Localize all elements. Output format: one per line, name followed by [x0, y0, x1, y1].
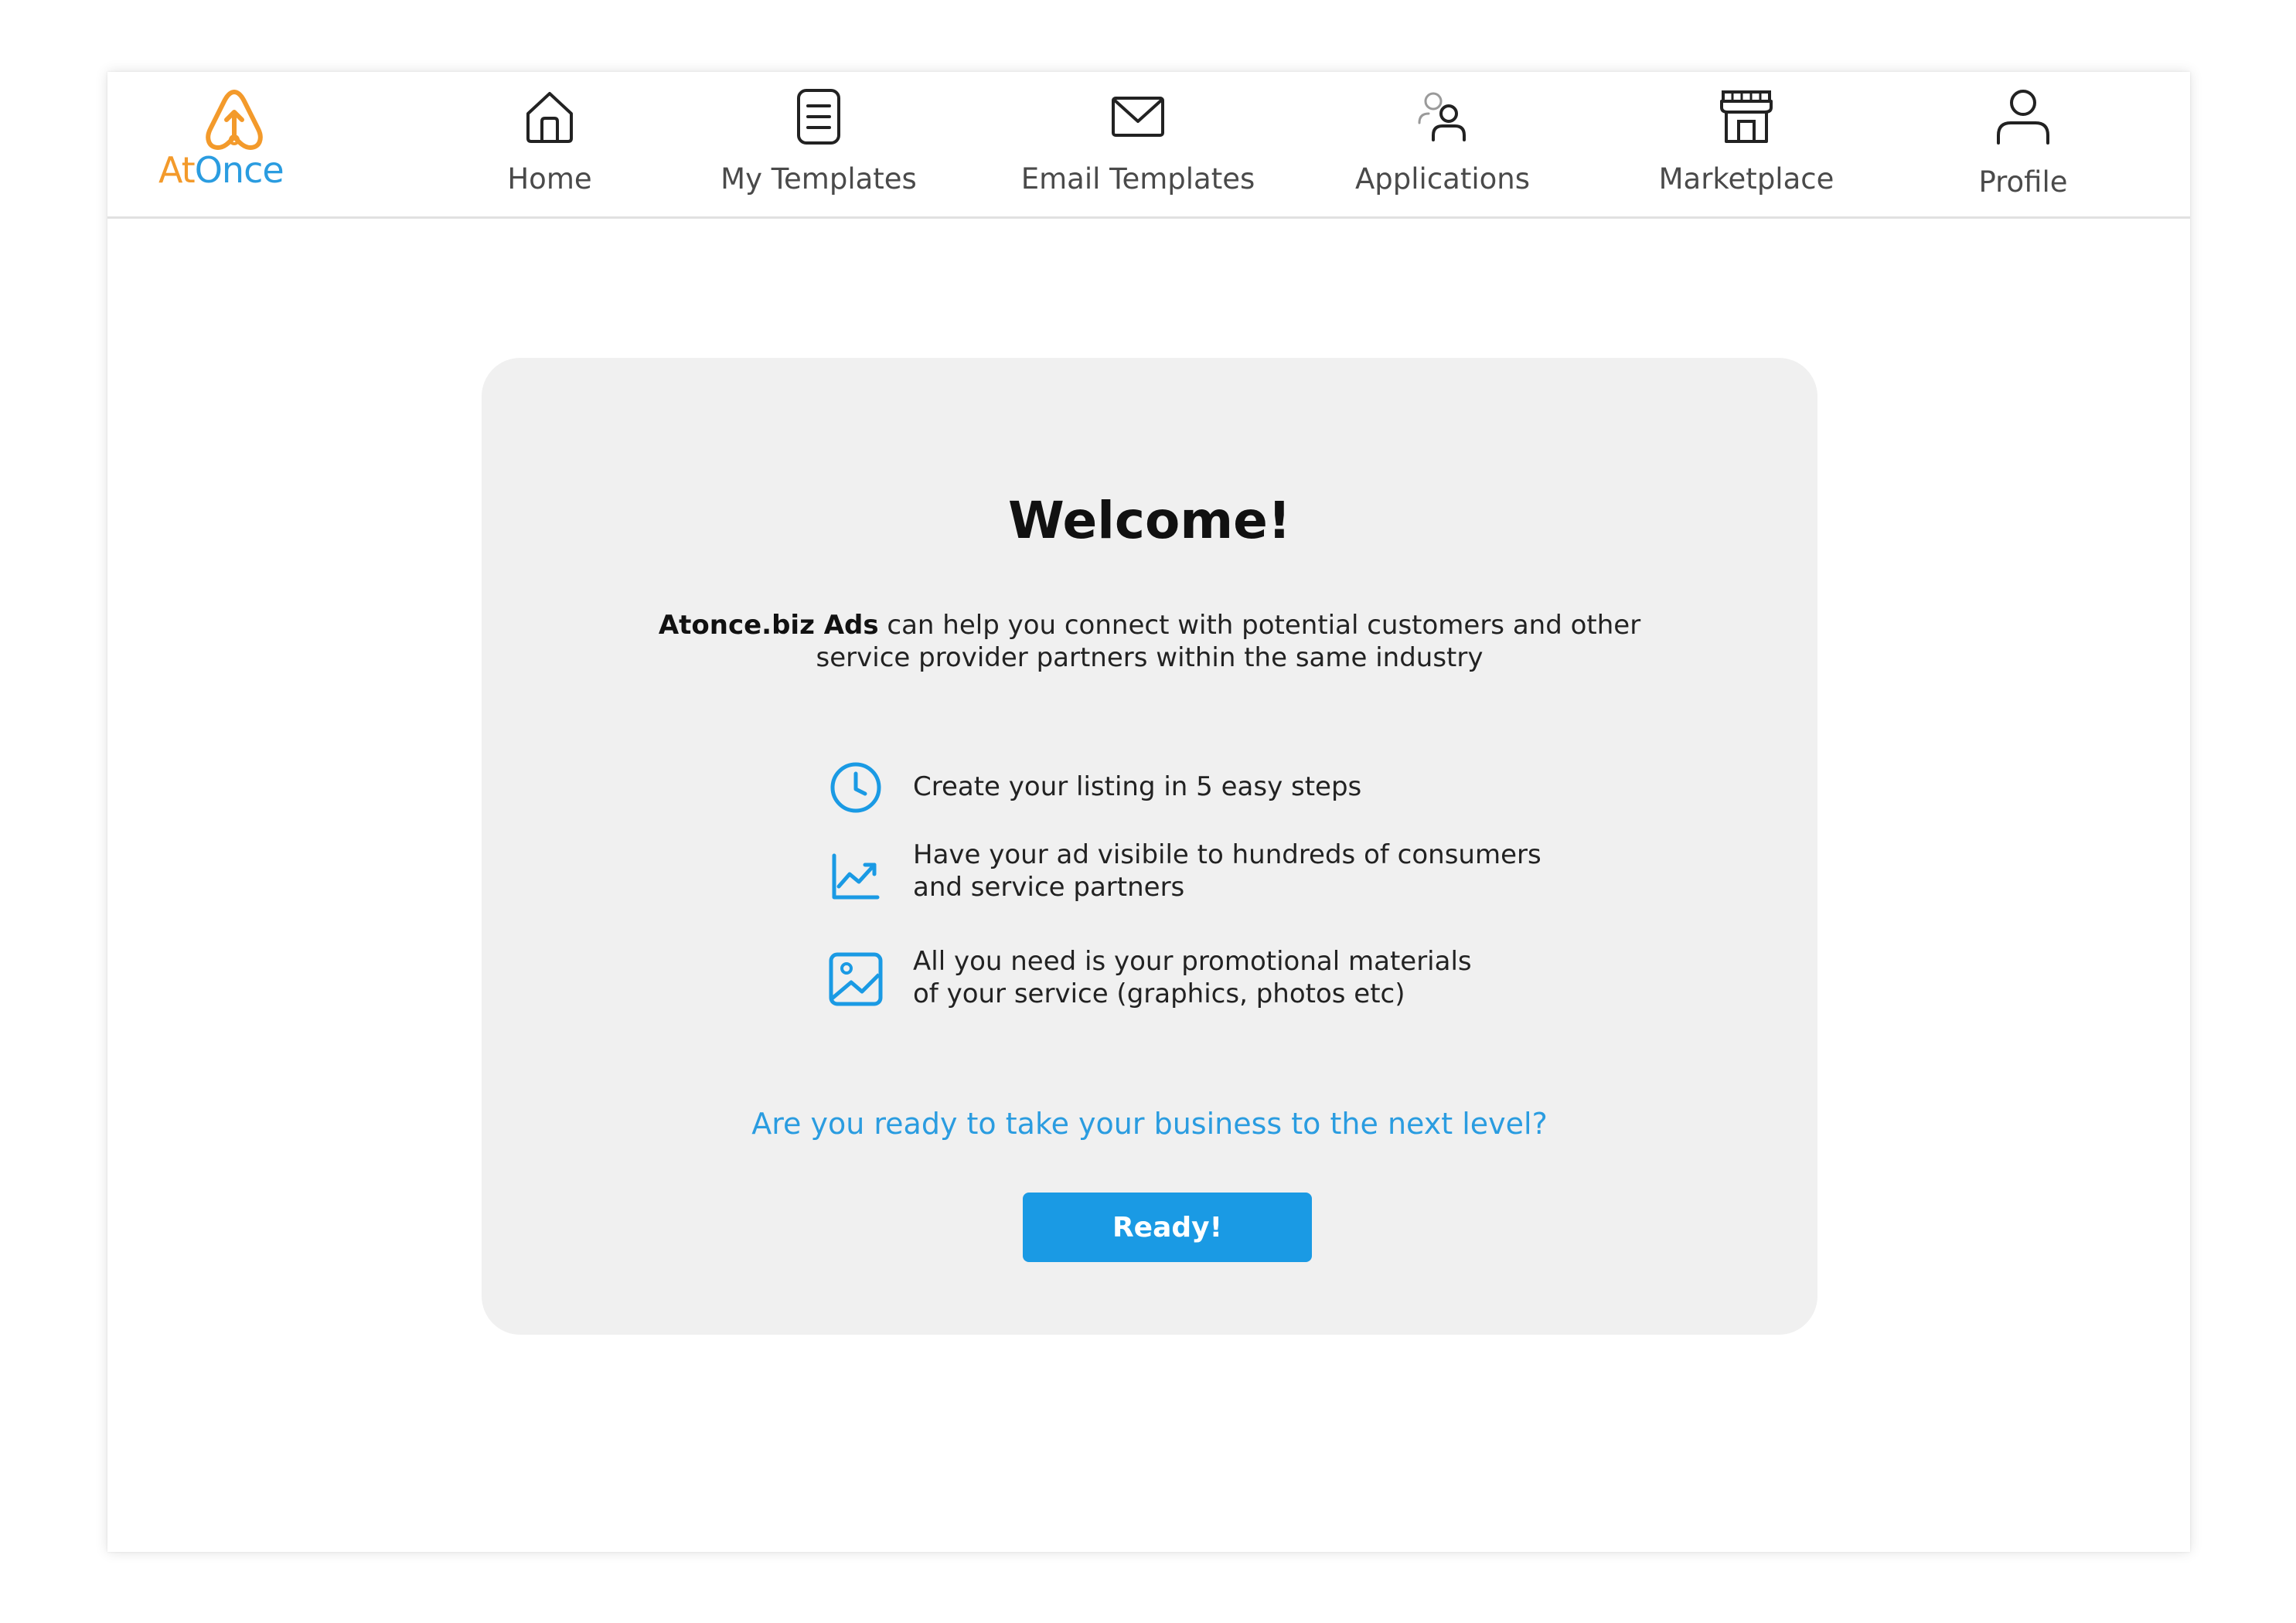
image-icon [828, 951, 884, 1007]
nav-item-my-templates[interactable]: My Templates [691, 86, 946, 209]
feature-text: Have your ad visibile to hundreds of con… [913, 839, 1541, 903]
trending-chart-icon [828, 849, 884, 905]
ready-button[interactable]: Ready! [1023, 1193, 1312, 1262]
envelope-icon [1107, 86, 1169, 148]
nav-label-email-templates: Email Templates [1020, 162, 1255, 196]
intro-text: Atonce.biz Ads can help you connect with… [636, 609, 1663, 674]
nav-item-home[interactable]: Home [472, 86, 627, 209]
welcome-title: Welcome! [1008, 491, 1291, 550]
logo-mark-icon [206, 90, 263, 150]
top-navigation: AtOnce Home My Templates Email Templates [107, 72, 2190, 219]
nav-item-email-templates[interactable]: Email Templates [1003, 86, 1273, 209]
feature-text: Create your listing in 5 easy steps [913, 771, 1362, 802]
nav-item-profile[interactable]: Profile [1954, 86, 2093, 209]
logo-text-at: At [158, 149, 196, 191]
nav-item-marketplace[interactable]: Marketplace [1638, 86, 1855, 209]
app-window: AtOnce Home My Templates Email Templates [107, 72, 2190, 1552]
logo-text-once: Once [194, 149, 284, 191]
intro-description: can help you connect with potential cust… [816, 610, 1641, 673]
nav-label-applications: Applications [1354, 162, 1530, 196]
clock-icon [828, 760, 884, 815]
person-icon [1992, 86, 2054, 148]
welcome-card: Welcome! Atonce.biz Ads can help you con… [482, 358, 1817, 1335]
nav-item-applications[interactable]: Applications [1338, 86, 1547, 209]
users-icon [1412, 86, 1473, 148]
nav-label-marketplace: Marketplace [1658, 162, 1834, 196]
intro-brand-name: Atonce.biz Ads [658, 610, 879, 641]
cta-question-link[interactable]: Are you ready to take your business to t… [482, 1109, 1817, 1138]
storefront-icon [1715, 86, 1777, 148]
atonce-logo[interactable]: AtOnce [158, 86, 305, 194]
feature-text: All you need is your promotional materia… [913, 946, 1472, 1009]
home-icon [519, 86, 581, 148]
nav-label-home: Home [507, 162, 592, 196]
document-icon [788, 86, 850, 148]
logo-wordmark: AtOnce [158, 152, 284, 188]
nav-label-profile: Profile [1978, 165, 2068, 199]
nav-label-my-templates: My Templates [720, 162, 917, 196]
